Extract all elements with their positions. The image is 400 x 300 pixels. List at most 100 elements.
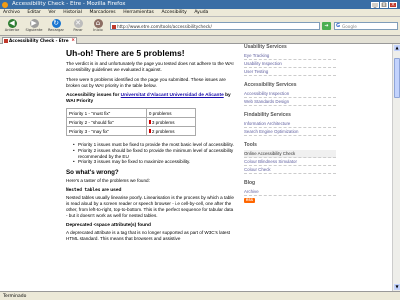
problem-flag-icon — [148, 120, 151, 125]
tab-accessibility-check[interactable]: Accessibility Check - Etre × — [2, 37, 77, 44]
sidebar-link[interactable]: Information Architecture — [244, 120, 336, 128]
back-label: Anterior — [4, 28, 20, 32]
home-label: Inicio — [93, 28, 103, 32]
sidebar-section-title: Usability Services — [244, 44, 287, 50]
table-row: Priority 1 - "must fix" 0 problems — [66, 108, 197, 118]
sidebar-link[interactable]: Eye Tracking — [244, 52, 336, 60]
sidebar-link[interactable]: Colour Check — [244, 166, 336, 174]
priority-count: 3 problems — [151, 119, 175, 125]
search-input[interactable]: G Google — [334, 22, 398, 30]
stop-button[interactable]: ✕ Parar — [68, 19, 88, 34]
go-button[interactable]: ➜ — [322, 22, 331, 30]
page-content: Uh-oh! There are 5 problems! The verdict… — [0, 44, 392, 291]
verdict-paragraph: The verdict is in and unfortunately the … — [66, 61, 234, 72]
main-column: Uh-oh! There are 5 problems! The verdict… — [66, 44, 234, 246]
menu-ayuda[interactable]: Ayuda — [191, 9, 211, 17]
url-bar[interactable]: http://www.etre.com/tools/accessibilityc… — [110, 22, 320, 30]
menu-accesibility[interactable]: Accesibility — [158, 9, 189, 17]
sidebar-section: Tools Online Accessibility Check Colour Bl… — [244, 142, 336, 174]
sidebar-link[interactable]: Accessibility Inspection — [244, 90, 336, 98]
sidebar-section: Findability Services Information Architec… — [244, 112, 336, 136]
scroll-down-icon[interactable]: ▼ — [394, 284, 400, 290]
nested-tables-text: Nested tables usually linearise poorly. … — [66, 195, 234, 219]
sidebar: Usability Services Eye Tracking Usability … — [244, 44, 336, 209]
menu-historial[interactable]: Historial — [60, 9, 85, 17]
back-arrow-icon: ◀ — [7, 19, 17, 28]
sidebar-section-title: Blog — [244, 180, 256, 186]
nested-tables-rest: are used — [101, 188, 122, 194]
table-row: Priority 2 - "should fix" 3 problems — [66, 117, 197, 127]
tab-favicon — [4, 39, 8, 43]
window-titlebar: Accessibility Check - Etre - Mozilla Fir… — [0, 0, 400, 9]
firefox-icon — [2, 1, 8, 8]
forward-arrow-icon: ▶ — [29, 19, 39, 28]
nested-tables-heading: Nested tables are used — [66, 188, 234, 193]
whats-wrong-heading: So what's wrong? — [66, 169, 119, 177]
reload-icon: ↻ — [51, 19, 61, 28]
menu-herramientas[interactable]: Herramientas — [120, 9, 157, 17]
sidebar-link[interactable]: Web Standards Design — [244, 98, 336, 106]
sidebar-section: Usability Services Eye Tracking Usability … — [244, 44, 336, 76]
sidebar-link[interactable]: Colour Blindness Simulator — [244, 158, 336, 166]
menu-archivo[interactable]: Archivo — [0, 9, 23, 17]
google-search-icon: G — [336, 23, 341, 29]
priority-count-cell: 0 problems — [145, 108, 197, 118]
problem-flag-icon — [148, 129, 151, 134]
scrollbar-thumb[interactable] — [394, 58, 400, 98]
nested-tables-code: Nested tables — [66, 188, 101, 194]
minimize-button[interactable]: _ — [371, 1, 379, 8]
tested-site-link[interactable]: Universitat d'Alacant Universidad de Ali… — [121, 93, 224, 98]
maximize-button[interactable]: □ — [380, 1, 388, 8]
sidebar-link[interactable]: User Testing — [244, 68, 336, 76]
priority-table: Priority 1 - "must fix" 0 problems Priorit… — [66, 108, 197, 136]
deprecated-rest: <space attribute(s) found — [93, 223, 151, 229]
tab-label: Accessibility Check - Etre — [9, 38, 69, 43]
list-item: Priority 2 issues should be fixed to pro… — [73, 148, 234, 160]
priority-count-cell: 2 problems — [145, 126, 197, 136]
deprecated-code: Deprecated — [66, 223, 93, 229]
whats-wrong-intro: Here's a taster of the problems we found… — [66, 178, 150, 184]
issues-heading-prefix: Accessibility issues for — [66, 93, 120, 98]
reload-label: Recargar — [47, 28, 65, 32]
priority-count: 2 problems — [151, 128, 175, 134]
sidebar-section: Blog Archive RSS — [244, 180, 336, 203]
vertical-scrollbar[interactable]: ▲ ▼ — [392, 44, 400, 291]
navigation-toolbar: ◀ Anterior ▶ Siguiente ↻ Recargar ✕ Para… — [0, 17, 400, 36]
priority-label: Priority 2 - "should fix" — [66, 117, 147, 127]
sidebar-link[interactable]: Archive — [244, 188, 336, 196]
deprecated-heading: Deprecated <space attribute(s) found — [66, 223, 234, 228]
menu-marcadores[interactable]: Marcadores — [87, 9, 119, 17]
close-button[interactable]: × — [389, 1, 397, 8]
rss-icon[interactable]: RSS — [244, 198, 255, 203]
sidebar-link[interactable]: Usability Inspection — [244, 60, 336, 68]
page-title: Uh-oh! There are 5 problems! — [66, 48, 185, 58]
sidebar-section-title: Accessibility Services — [244, 82, 297, 88]
priority-label: Priority 1 - "must fix" — [66, 108, 147, 118]
reload-button[interactable]: ↻ Recargar — [46, 19, 66, 34]
priority-count-cell: 3 problems — [145, 117, 197, 127]
forward-label: Siguiente — [25, 28, 43, 32]
menu-ver[interactable]: Ver — [45, 9, 58, 17]
home-icon: ⌂ — [93, 19, 103, 28]
status-text: Terminado — [3, 294, 27, 299]
stop-icon: ✕ — [73, 19, 83, 28]
tab-bar: Accessibility Check - Etre × — [0, 36, 400, 44]
sidebar-section-title: Findability Services — [244, 112, 291, 118]
scroll-up-icon[interactable]: ▲ — [394, 45, 400, 51]
sidebar-section-title: Tools — [244, 142, 257, 148]
home-button[interactable]: ⌂ Inicio — [88, 19, 108, 34]
url-text: http://www.etre.com/tools/accessibilityc… — [117, 24, 212, 29]
site-favicon — [112, 24, 116, 29]
back-button[interactable]: ◀ Anterior — [2, 19, 22, 34]
issues-heading: Accessibility issues for Universitat d'A… — [66, 93, 234, 105]
menu-bar: Archivo Editar Ver Historial Marcadores … — [0, 9, 400, 17]
table-row: Priority 3 - "may fix" 2 problems — [66, 126, 197, 136]
sidebar-link[interactable]: Search Engine Optimization — [244, 128, 336, 136]
forward-button[interactable]: ▶ Siguiente — [24, 19, 44, 34]
list-item: Priority 3 issues may be fixed to maximi… — [73, 159, 234, 165]
status-bar: Terminado — [0, 291, 400, 300]
stop-label: Parar — [73, 28, 83, 32]
search-placeholder: Google — [342, 24, 357, 29]
sidebar-link[interactable]: Online Accessibility Check — [244, 150, 336, 158]
menu-editar[interactable]: Editar — [24, 9, 43, 17]
